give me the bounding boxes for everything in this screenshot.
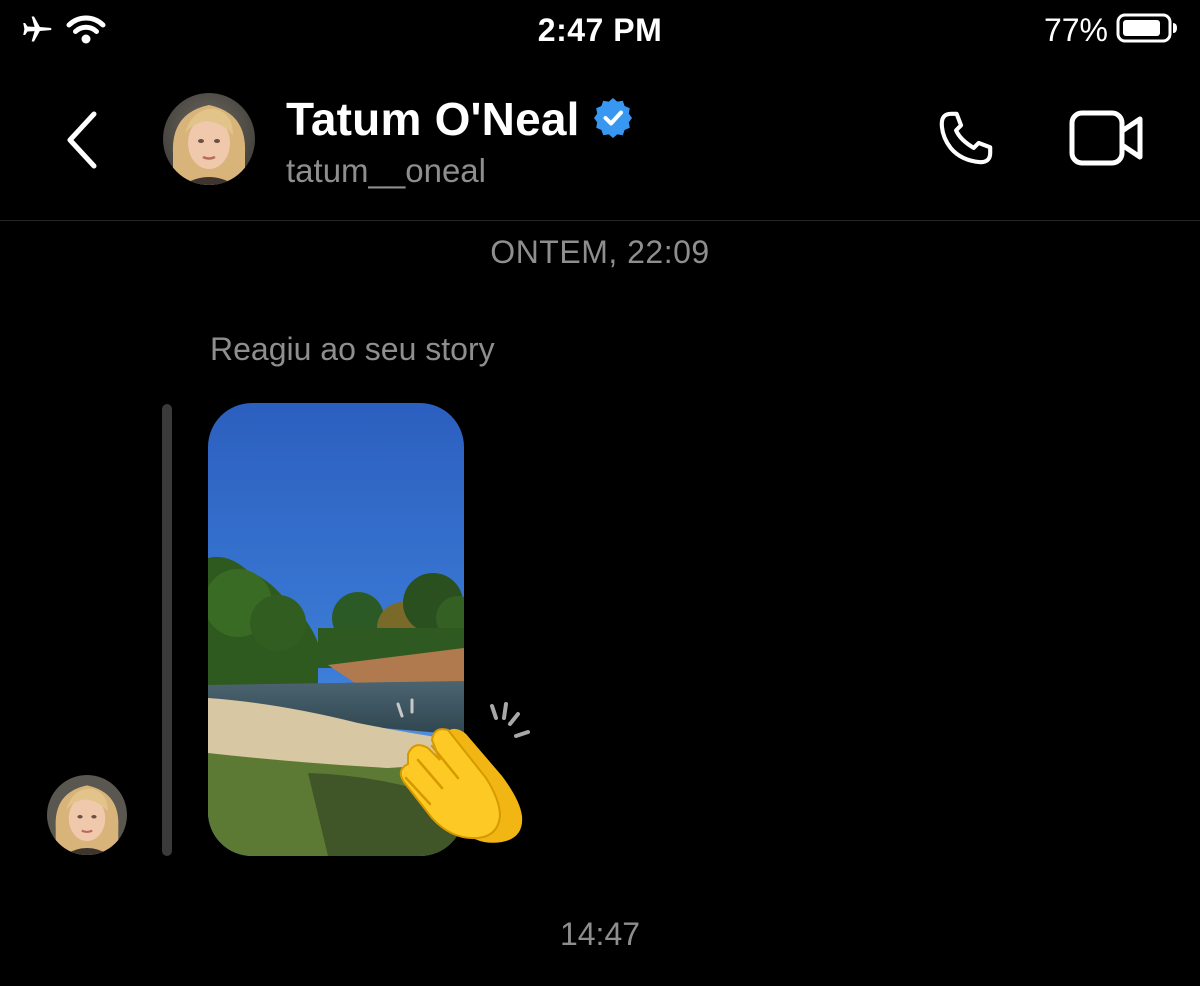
battery-percent: 77% <box>1043 12 1108 48</box>
status-time: 2:47 PM <box>537 12 663 48</box>
contact-avatar[interactable] <box>163 93 255 185</box>
back-button[interactable] <box>52 102 112 182</box>
phone-call-icon <box>933 105 999 176</box>
date-divider: ONTEM, 22:09 <box>490 234 710 270</box>
sender-avatar[interactable] <box>47 775 127 855</box>
video-call-icon <box>1068 107 1144 174</box>
battery-icon <box>1116 12 1178 49</box>
verified-badge-icon <box>592 96 634 143</box>
video-call-button[interactable] <box>1066 102 1146 178</box>
reply-quote-bar <box>162 404 172 856</box>
message-time: 14:47 <box>559 916 641 952</box>
contact-username: tatum__oneal <box>286 152 486 189</box>
status-right: 77% <box>1044 12 1178 49</box>
contact-name: Tatum O'Neal <box>286 93 580 145</box>
avatar-portrait <box>163 93 255 185</box>
status-bar: 2:47 PM 77% <box>0 0 1200 62</box>
back-chevron-icon <box>62 108 102 177</box>
story-reply-label: Reagiu ao seu story <box>210 331 495 367</box>
chat-header: Tatum O'Neal tatum__oneal <box>0 62 1200 221</box>
clapping-hands-icon <box>382 690 542 850</box>
voice-call-button[interactable] <box>928 102 1004 178</box>
avatar-portrait <box>47 775 127 855</box>
contact-name-row[interactable]: Tatum O'Neal <box>286 92 634 146</box>
